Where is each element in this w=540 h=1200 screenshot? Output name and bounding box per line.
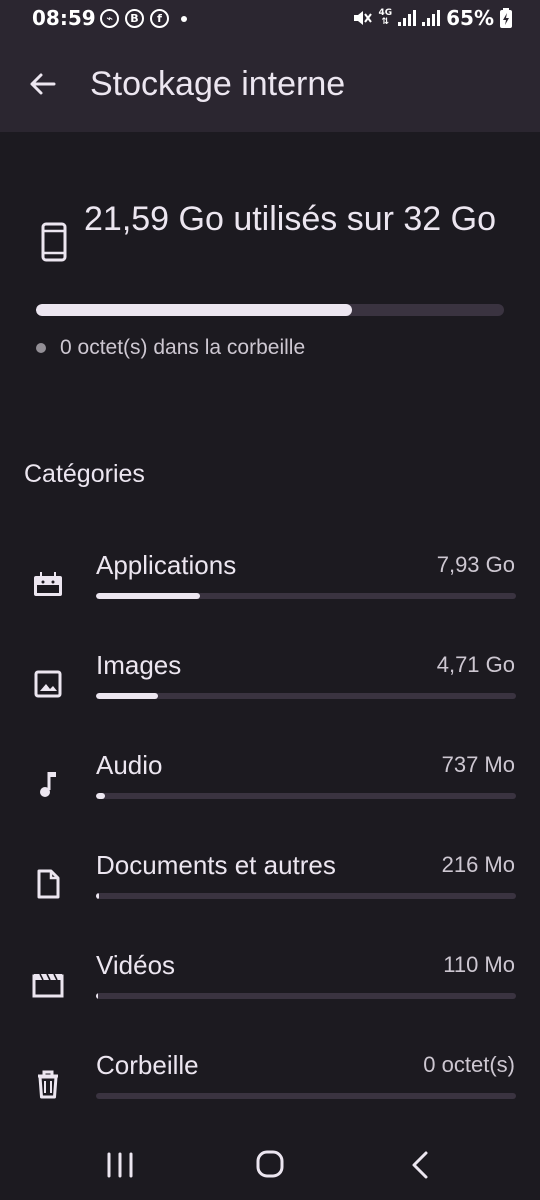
category-bar — [96, 1093, 516, 1099]
facebook-icon: f — [150, 9, 169, 28]
back-arrow-icon[interactable] — [26, 68, 58, 100]
trash-icon — [38, 1070, 58, 1099]
app-bar: Stockage interne — [0, 38, 540, 132]
category-bar — [96, 593, 516, 599]
category-size: 737 Mo — [441, 752, 515, 777]
category-size: 110 Mo — [443, 952, 515, 977]
category-label: Vidéos — [96, 950, 176, 980]
category-bar — [96, 793, 516, 799]
video-icon — [32, 973, 64, 998]
category-bar-fill — [96, 893, 99, 899]
signal-icon — [398, 10, 417, 26]
storage-usage-text: 21,59 Go utilisés sur 32 Go — [84, 200, 497, 238]
category-label: Audio — [96, 750, 163, 780]
messenger-icon: ⌁ — [100, 9, 119, 28]
image-icon — [34, 670, 62, 698]
category-bar — [96, 993, 516, 999]
category-bar-fill — [96, 993, 99, 999]
category-documents[interactable]: Documents et autres 216 Mo — [0, 848, 540, 928]
android-icon — [34, 572, 62, 596]
status-bar: 08:59 ⌁ B f 4G ⇅ 65% — [0, 0, 540, 38]
status-time: 08:59 — [32, 6, 96, 30]
status-right: 4G ⇅ 65% — [352, 6, 512, 30]
trash-dot-icon — [36, 343, 46, 353]
network-type: 4G ⇅ — [378, 8, 393, 27]
mute-icon — [354, 11, 373, 25]
category-size: 0 octet(s) — [423, 1052, 515, 1077]
category-bar-fill — [96, 693, 158, 699]
trash-summary: 0 octet(s) dans la corbeille — [36, 336, 305, 360]
trash-summary-text: 0 octet(s) dans la corbeille — [60, 336, 306, 359]
page-title: Stockage interne — [90, 65, 346, 103]
category-images[interactable]: Images 4,71 Go — [0, 648, 540, 728]
category-size: 216 Mo — [441, 852, 515, 877]
category-label: Images — [96, 650, 182, 680]
battery-level: 65% — [446, 6, 494, 30]
navigation-bar — [0, 1130, 540, 1200]
back-icon[interactable] — [400, 1148, 440, 1182]
category-bar-fill — [96, 793, 106, 799]
category-trash[interactable]: Corbeille 0 octet(s) — [0, 1048, 540, 1128]
categories-title: Catégories — [24, 460, 145, 488]
category-bar — [96, 693, 516, 699]
music-note-icon — [40, 772, 56, 797]
document-icon — [37, 869, 60, 899]
category-audio[interactable]: Audio 737 Mo — [0, 748, 540, 828]
category-label: Documents et autres — [96, 850, 336, 880]
category-label: Corbeille — [96, 1050, 199, 1080]
category-size: 7,93 Go — [436, 552, 515, 577]
battery-icon — [500, 8, 512, 28]
category-applications[interactable]: Applications 7,93 Go — [0, 548, 540, 628]
storage-usage-fill — [36, 304, 352, 316]
recent-apps-icon[interactable] — [100, 1148, 140, 1182]
signal-icon-2 — [422, 10, 441, 26]
category-size: 4,71 Go — [436, 652, 515, 677]
status-app-icons: ⌁ B f — [100, 9, 187, 28]
home-icon[interactable] — [250, 1148, 290, 1182]
category-label: Applications — [96, 550, 237, 580]
category-bar-fill — [96, 593, 201, 599]
category-bar — [96, 893, 516, 899]
storage-usage-bar — [36, 304, 504, 316]
notification-dot-icon — [181, 15, 187, 22]
phone-icon — [41, 222, 67, 262]
category-videos[interactable]: Vidéos 110 Mo — [0, 948, 540, 1028]
b-icon: B — [125, 9, 144, 28]
